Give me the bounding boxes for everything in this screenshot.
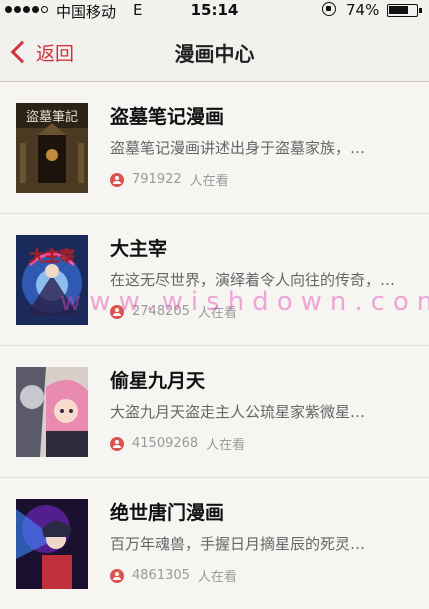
view-count: 4861305 人在看 bbox=[110, 566, 237, 585]
viewer-icon bbox=[110, 568, 124, 583]
viewer-icon bbox=[110, 172, 124, 187]
cover-image: 盜墓筆記 bbox=[16, 103, 88, 193]
view-count-number: 41509268 bbox=[132, 436, 199, 451]
comic-item-dazhuzai[interactable]: 大主宰 大主宰 在这无尽世界，演绎着令人向往的传奇，… 2748205 人在看 bbox=[0, 214, 429, 346]
cover-image bbox=[16, 499, 88, 589]
view-count-suffix: 人在看 bbox=[197, 570, 237, 585]
view-count-number: 4861305 bbox=[132, 568, 190, 583]
battery-percent: 74% bbox=[346, 1, 380, 19]
view-count-number: 791922 bbox=[132, 172, 182, 187]
status-bar: 中国移动 E 15:14 74% bbox=[0, 0, 429, 22]
rotation-lock-icon bbox=[322, 2, 336, 16]
view-count-suffix: 人在看 bbox=[189, 174, 229, 189]
view-count: 2748205 人在看 bbox=[110, 302, 237, 321]
viewer-icon bbox=[110, 436, 124, 451]
comic-item-jueshitangmen[interactable]: 绝世唐门漫画 百万年魂兽，手握日月摘星辰的死灵… 4861305 人在看 bbox=[0, 478, 429, 609]
battery-icon bbox=[387, 4, 418, 17]
comic-description: 大盗九月天盗走主人公琉星家紫微星… bbox=[110, 403, 366, 421]
battery-tip bbox=[419, 8, 422, 13]
view-count: 791922 人在看 bbox=[110, 170, 229, 189]
comic-item-touxingjiuyuetian[interactable]: 偷星九月天 大盗九月天盗走主人公琉星家紫微星… 41509268 人在看 bbox=[0, 346, 429, 478]
nav-bar: 返回 漫画中心 bbox=[0, 22, 429, 82]
comic-description: 百万年魂兽，手握日月摘星辰的死灵… bbox=[110, 535, 366, 553]
comic-title: 大主宰 bbox=[110, 238, 168, 260]
view-count-suffix: 人在看 bbox=[206, 438, 246, 453]
view-count-suffix: 人在看 bbox=[197, 306, 237, 321]
viewer-icon bbox=[110, 304, 124, 319]
comic-list: 盜墓筆記 盗墓笔记漫画 盗墓笔记漫画讲述出身于盗墓家族，… 791922 人在看… bbox=[0, 82, 429, 609]
view-count: 41509268 人在看 bbox=[110, 434, 245, 453]
comic-title: 偷星九月天 bbox=[110, 370, 206, 392]
page-title: 漫画中心 bbox=[174, 42, 255, 66]
cover-image bbox=[16, 367, 88, 457]
svg-text:大主宰: 大主宰 bbox=[29, 247, 74, 265]
comic-description: 在这无尽世界，演绎着令人向往的传奇，… bbox=[110, 271, 396, 289]
comic-title: 绝世唐门漫画 bbox=[110, 502, 225, 524]
view-count-number: 2748205 bbox=[132, 304, 190, 319]
cover-image: 大主宰 bbox=[16, 235, 88, 325]
comic-item-daomubiji[interactable]: 盜墓筆記 盗墓笔记漫画 盗墓笔记漫画讲述出身于盗墓家族，… 791922 人在看 bbox=[0, 82, 429, 214]
comic-title: 盗墓笔记漫画 bbox=[110, 106, 225, 128]
comic-description: 盗墓笔记漫画讲述出身于盗墓家族，… bbox=[110, 139, 366, 157]
svg-text:盜墓筆記: 盜墓筆記 bbox=[26, 109, 78, 125]
